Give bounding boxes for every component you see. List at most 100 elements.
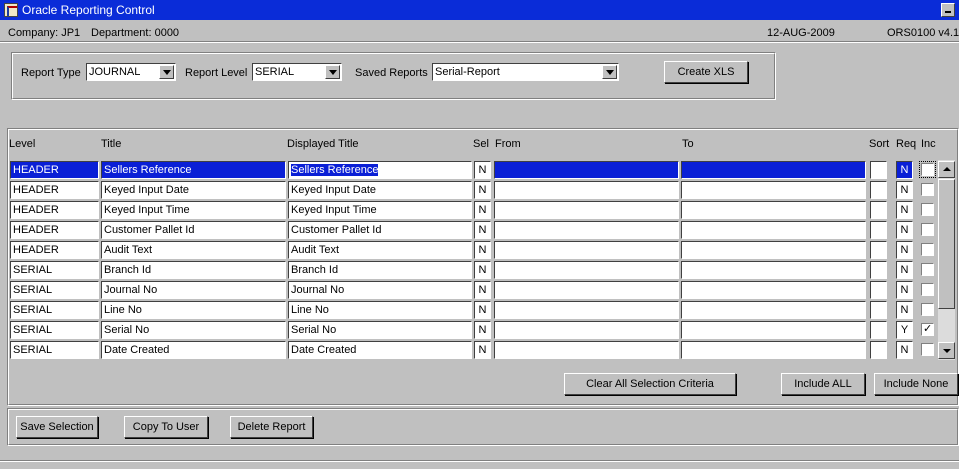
scrollbar-thumb[interactable] [938,179,955,309]
sort-cell[interactable] [870,321,887,339]
to-cell[interactable] [681,261,866,279]
level-cell[interactable]: SERIAL [10,301,99,319]
req-cell[interactable]: N [896,201,913,219]
sort-cell[interactable] [870,161,887,179]
req-cell[interactable]: Y [896,321,913,339]
report-type-select[interactable]: JOURNAL [86,63,176,81]
to-cell[interactable] [681,201,866,219]
sel-cell[interactable]: N [474,201,491,219]
include-all-button[interactable]: Include ALL [781,373,865,395]
to-cell[interactable] [681,281,866,299]
level-cell[interactable]: SERIAL [10,281,99,299]
req-cell[interactable]: N [896,241,913,259]
from-cell[interactable] [494,241,679,259]
create-xls-button[interactable]: Create XLS [664,61,748,83]
chevron-down-icon[interactable] [602,65,617,79]
from-cell[interactable] [494,321,679,339]
delete-report-button[interactable]: Delete Report [230,416,313,438]
include-checkbox[interactable] [921,243,934,256]
sort-cell[interactable] [870,181,887,199]
clear-all-selection-button[interactable]: Clear All Selection Criteria [564,373,736,395]
minimize-icon[interactable] [941,3,955,17]
from-cell[interactable] [494,161,679,179]
displayed-title-cell[interactable]: Keyed Input Date [288,181,472,199]
level-cell[interactable]: HEADER [10,241,99,259]
chevron-down-icon[interactable] [325,65,340,79]
vertical-scrollbar[interactable] [938,160,955,360]
report-level-select[interactable]: SERIAL [252,63,342,81]
req-cell[interactable]: N [896,281,913,299]
level-cell[interactable]: SERIAL [10,261,99,279]
title-cell[interactable]: Branch Id [101,261,286,279]
title-cell[interactable]: Serial No [101,321,286,339]
include-checkbox[interactable] [921,223,934,236]
sel-cell[interactable]: N [474,301,491,319]
to-cell[interactable] [681,161,866,179]
title-cell[interactable]: Customer Pallet Id [101,221,286,239]
sort-cell[interactable] [870,281,887,299]
include-none-button[interactable]: Include None [874,373,958,395]
from-cell[interactable] [494,221,679,239]
to-cell[interactable] [681,221,866,239]
from-cell[interactable] [494,201,679,219]
sel-cell[interactable]: N [474,281,491,299]
sel-cell[interactable]: N [474,261,491,279]
displayed-title-cell[interactable]: Date Created [288,341,472,359]
req-cell[interactable]: N [896,181,913,199]
scroll-down-icon[interactable] [938,342,955,359]
level-cell[interactable]: HEADER [10,181,99,199]
title-cell[interactable]: Journal No [101,281,286,299]
to-cell[interactable] [681,181,866,199]
level-cell[interactable]: HEADER [10,201,99,219]
req-cell[interactable]: N [896,301,913,319]
include-checkbox[interactable] [921,183,934,196]
req-cell[interactable]: N [896,161,913,179]
from-cell[interactable] [494,281,679,299]
displayed-title-cell[interactable]: Line No [288,301,472,319]
sel-cell[interactable]: N [474,221,491,239]
sel-cell[interactable]: N [474,241,491,259]
include-checkbox[interactable] [921,203,934,216]
sort-cell[interactable] [870,201,887,219]
sel-cell[interactable]: N [474,321,491,339]
scroll-up-icon[interactable] [938,161,955,178]
from-cell[interactable] [494,341,679,359]
include-checkbox[interactable] [919,161,936,178]
include-checkbox[interactable] [921,343,934,356]
displayed-title-cell[interactable]: Journal No [288,281,472,299]
level-cell[interactable]: SERIAL [10,341,99,359]
from-cell[interactable] [494,301,679,319]
saved-reports-select[interactable]: Serial-Report [432,63,619,81]
sort-cell[interactable] [870,301,887,319]
level-cell[interactable]: HEADER [10,161,99,179]
include-checkbox[interactable] [921,303,934,316]
displayed-title-cell[interactable]: Branch Id [288,261,472,279]
title-cell[interactable]: Line No [101,301,286,319]
displayed-title-cell[interactable]: Audit Text [288,241,472,259]
from-cell[interactable] [494,181,679,199]
displayed-title-cell[interactable]: Keyed Input Time [288,201,472,219]
title-cell[interactable]: Audit Text [101,241,286,259]
displayed-title-cell[interactable]: Customer Pallet Id [288,221,472,239]
include-checkbox[interactable] [921,263,934,276]
displayed-title-cell[interactable]: Sellers Reference [288,161,472,179]
to-cell[interactable] [681,341,866,359]
level-cell[interactable]: HEADER [10,221,99,239]
req-cell[interactable]: N [896,261,913,279]
chevron-down-icon[interactable] [159,65,174,79]
title-cell[interactable]: Date Created [101,341,286,359]
req-cell[interactable]: N [896,221,913,239]
save-selection-button[interactable]: Save Selection [16,416,98,438]
sel-cell[interactable]: N [474,161,491,179]
include-checkbox[interactable] [921,322,934,336]
title-cell[interactable]: Keyed Input Date [101,181,286,199]
title-cell[interactable]: Keyed Input Time [101,201,286,219]
sort-cell[interactable] [870,341,887,359]
to-cell[interactable] [681,321,866,339]
displayed-title-cell[interactable]: Serial No [288,321,472,339]
to-cell[interactable] [681,241,866,259]
req-cell[interactable]: N [896,341,913,359]
sort-cell[interactable] [870,241,887,259]
copy-to-user-button[interactable]: Copy To User [124,416,208,438]
sort-cell[interactable] [870,221,887,239]
